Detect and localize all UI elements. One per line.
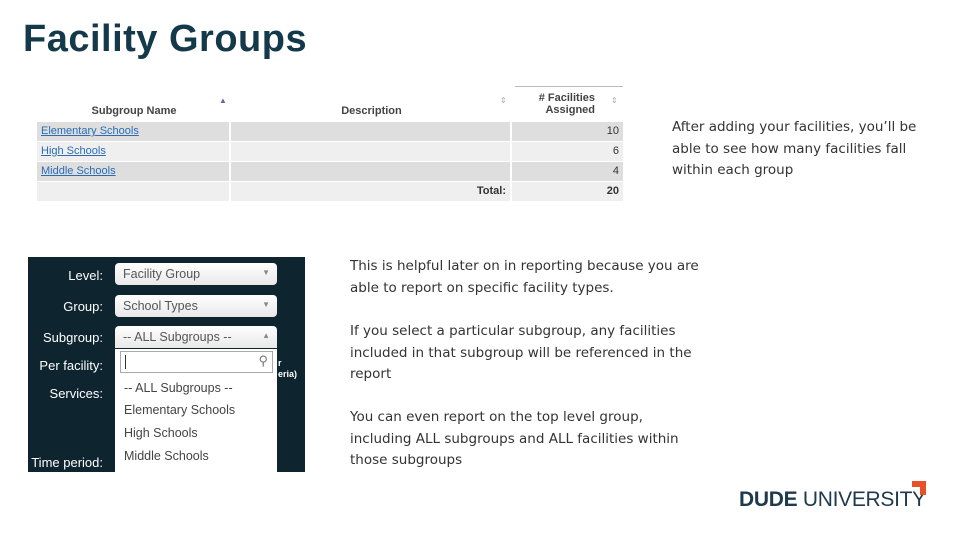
note-top-level: You can even report on the top level gro… <box>350 409 679 468</box>
count-cell: 4 <box>512 162 623 181</box>
sort-asc-icon[interactable]: ▲ <box>219 96 227 105</box>
note-reporting: This is helpful later on in reporting be… <box>350 258 699 296</box>
description-cell <box>231 162 512 181</box>
sort-icon[interactable]: ⇕ <box>611 96 618 105</box>
total-row: Total: 20 <box>37 182 623 202</box>
subgroup-link[interactable]: Middle Schools <box>41 165 116 177</box>
subgroup-link[interactable]: High Schools <box>41 145 106 157</box>
sort-icon[interactable]: ⇕ <box>500 96 507 105</box>
chevron-down-icon: ▼ <box>262 268 270 277</box>
services-label: Services: <box>49 386 103 401</box>
note-subgroup: If you select a particular subgroup, any… <box>350 323 692 382</box>
option-middle-schools[interactable]: Middle Schools <box>124 449 209 463</box>
option-all-subgroups[interactable]: -- ALL Subgroups -- <box>124 381 233 395</box>
level-value: Facility Group <box>123 267 201 281</box>
header-facilities-assigned[interactable]: # Facilities Assigned <box>512 86 623 120</box>
header-subgroup-name[interactable]: Subgroup Name <box>37 86 231 120</box>
group-label: Group: <box>63 299 103 314</box>
chevron-down-icon: ▼ <box>262 300 270 309</box>
subgroup-value: -- ALL Subgroups -- <box>123 330 232 344</box>
subgroup-search-input[interactable]: ⚲ <box>120 351 273 373</box>
count-cell: 10 <box>512 122 623 141</box>
subgroup-select[interactable]: -- ALL Subgroups -- ▲ <box>115 326 277 348</box>
table-row: High Schools 6 <box>37 142 623 162</box>
description-cell <box>231 122 512 141</box>
option-high-schools[interactable]: High Schools <box>124 426 198 440</box>
total-value: 20 <box>512 182 623 201</box>
logo-light: UNIVERSITY <box>802 488 926 511</box>
subgroup-link[interactable]: Elementary Schools <box>41 125 139 137</box>
search-cursor <box>125 354 126 369</box>
header-description[interactable]: Description <box>231 86 512 120</box>
search-icon: ⚲ <box>258 353 268 368</box>
logo-corner-mark <box>912 481 926 495</box>
subgroup-label: Subgroup: <box>43 330 103 345</box>
level-label: Level: <box>68 268 103 283</box>
table-row: Elementary Schools 10 <box>37 122 623 142</box>
page-title: Facility Groups <box>23 18 308 60</box>
time-period-label: Time period: <box>31 455 103 470</box>
count-cell: 6 <box>512 142 623 161</box>
description-cell <box>231 142 512 161</box>
note-group-counts: After adding your facilities, you’ll be … <box>672 119 917 178</box>
logo-bold: DUDE <box>739 488 798 511</box>
option-elementary-schools[interactable]: Elementary Schools <box>124 403 235 417</box>
header-line-1: # Facilities <box>538 92 595 104</box>
report-settings-panel: Level: Facility Group ▼ Group: School Typ… <box>28 257 305 472</box>
per-facility-label: Per facility: <box>39 358 103 373</box>
level-select[interactable]: Facility Group ▼ <box>115 263 277 285</box>
group-select[interactable]: School Types ▼ <box>115 295 277 317</box>
subgroup-dropdown: ⚲ -- ALL Subgroups -- Elementary Schools… <box>115 349 277 472</box>
partial-text: eria) <box>278 369 298 379</box>
total-label: Total: <box>231 182 512 201</box>
dude-university-logo: DUDE UNIVERSITY <box>739 488 926 512</box>
group-value: School Types <box>123 299 198 313</box>
table-row: Middle Schools 4 <box>37 162 623 182</box>
chevron-up-icon: ▲ <box>262 331 270 340</box>
header-line-2: Assigned <box>545 104 595 116</box>
partial-text: r <box>278 358 282 368</box>
